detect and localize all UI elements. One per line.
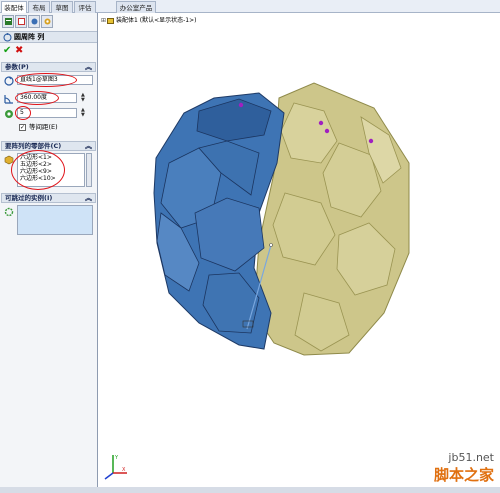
watermark-url: jb51.net <box>448 451 494 464</box>
components-header-label: 要阵列的零部件(C) <box>5 142 62 150</box>
skip-instances-list[interactable] <box>17 205 93 235</box>
feature-manager-tab[interactable] <box>2 15 14 28</box>
parameters-header-label: 参数(P) <box>5 63 29 71</box>
skip-instances-group: 可跳过的实例(I) ︽ <box>1 193 96 248</box>
parameters-group: 参数(P) ︽ 直线1@草图3 360.00度 ▲ ▼ 5 ▲ ▼ ✓ 等间距(E) <box>1 62 96 142</box>
vertex-marker <box>324 128 330 134</box>
skip-instances-header-label: 可跳过的实例(I) <box>5 194 53 202</box>
tab-sketch[interactable]: 草图 <box>51 1 73 13</box>
configuration-manager-icon <box>31 18 38 25</box>
skip-instances-header[interactable]: 可跳过的实例(I) ︽ <box>1 193 96 203</box>
components-header[interactable]: 要阵列的零部件(C) ︽ <box>1 141 96 151</box>
property-manager-tab[interactable] <box>15 15 27 28</box>
list-scrollbar[interactable] <box>86 153 92 187</box>
angle-spinner[interactable]: ▲ ▼ <box>81 93 88 103</box>
ok-button[interactable]: ✔ <box>3 45 11 56</box>
equal-spacing-label: 等间距(E) <box>29 123 58 131</box>
property-manager-icon <box>18 18 25 25</box>
highlight-count <box>15 106 31 120</box>
vertex-marker <box>368 138 374 144</box>
watermark: jb51.net 脚本之家 <box>434 451 494 485</box>
tab-office-products[interactable]: 办公室产品 <box>116 1 156 13</box>
configuration-manager-tab[interactable] <box>28 15 40 28</box>
tab-assembly[interactable]: 装配体 <box>1 1 27 13</box>
cancel-button[interactable]: ✖ <box>15 45 23 56</box>
angle-icon <box>4 95 13 104</box>
ok-cancel-row: ✔ ✖ <box>0 45 97 57</box>
tab-evaluate[interactable]: 评估 <box>74 1 96 13</box>
vertex-marker <box>318 120 324 126</box>
feature-title: 圆周阵 列 <box>14 33 45 41</box>
count-spinner[interactable]: ▲ ▼ <box>81 108 88 118</box>
vertex-marker <box>238 102 244 108</box>
tab-layout[interactable]: 布局 <box>28 1 50 13</box>
skip-instances-icon <box>4 207 14 217</box>
highlight-angle <box>15 91 59 105</box>
coordinate-triad-icon: Y X <box>104 455 127 480</box>
feature-title-bar: 圆周阵 列 <box>0 31 97 43</box>
collapse-icon: ︽ <box>85 63 92 71</box>
property-manager-panel: 圆周阵 列 ✔ ✖ 参数(P) ︽ 直线1@草图3 360.00度 ▲ ▼ 5 ▲… <box>0 13 98 493</box>
truncated-icosahedron-model <box>153 82 410 356</box>
command-manager-tabs: 装配体 布局 草图 评估 办公室产品 <box>0 0 500 13</box>
appearance-icon <box>44 18 51 25</box>
feature-manager-icon <box>5 18 12 25</box>
instances-icon <box>5 110 13 118</box>
collapse-icon: ︽ <box>85 142 92 150</box>
axis-selection-icon <box>4 76 14 86</box>
svg-text:X: X <box>122 467 126 473</box>
highlight-axis <box>15 73 77 87</box>
graphics-area[interactable]: ⊞ 装配体1 (默认<显示状态-1>) Y X jb51.net 脚本之家 <box>99 13 500 493</box>
circular-pattern-icon <box>3 33 12 42</box>
watermark-name: 脚本之家 <box>433 466 494 484</box>
svg-text:Y: Y <box>114 455 119 461</box>
highlight-components <box>11 150 65 190</box>
components-group: 要阵列的零部件(C) ︽ 六边形<1> 五边形<2> 六边形<9> 六边形<10… <box>1 141 96 191</box>
panel-tabs <box>0 15 98 29</box>
equal-spacing-checkbox[interactable]: ✓ <box>19 124 26 131</box>
parameters-header[interactable]: 参数(P) ︽ <box>1 62 96 72</box>
status-bar <box>0 487 500 493</box>
axis-endpoint <box>269 243 273 247</box>
appearance-tab[interactable] <box>41 15 53 28</box>
collapse-icon: ︽ <box>85 194 92 202</box>
